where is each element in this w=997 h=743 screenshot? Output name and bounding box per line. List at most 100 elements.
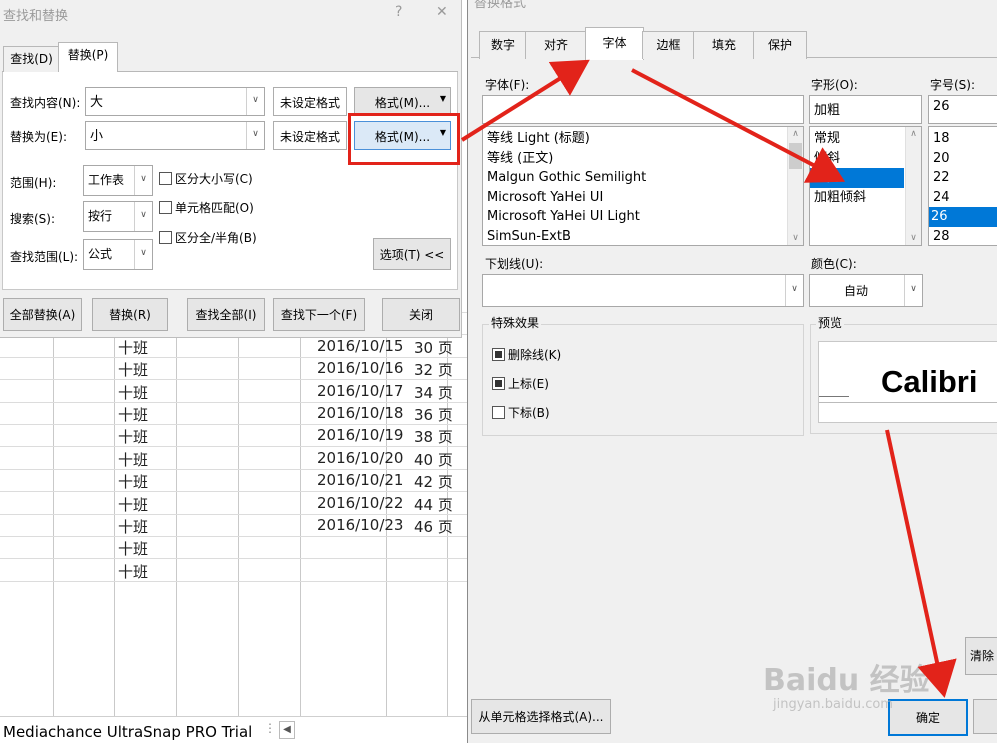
font-size-list[interactable]: 28 26 24 22 20 18: [928, 126, 997, 246]
cancel-button[interactable]: [973, 699, 997, 734]
find-what-input[interactable]: 大 ∨: [85, 87, 265, 116]
class-cell[interactable]: 十班: [118, 561, 148, 582]
table-row[interactable]: 十班: [0, 536, 467, 558]
chevron-down-icon[interactable]: ∨: [134, 240, 152, 269]
find-next-button[interactable]: 查找下一个(F): [273, 298, 365, 331]
class-cell[interactable]: 十班: [118, 404, 148, 425]
date-cell[interactable]: 2016/10/16: [317, 359, 403, 377]
pages-cell[interactable]: 34 页: [414, 382, 453, 403]
underline-select[interactable]: ∨: [482, 274, 804, 307]
close-button[interactable]: 关闭: [382, 298, 460, 331]
date-cell[interactable]: 2016/10/18: [317, 404, 403, 422]
date-cell[interactable]: 2016/10/23: [317, 516, 403, 534]
chevron-down-icon[interactable]: ∨: [906, 233, 921, 243]
chevron-down-icon[interactable]: ∨: [788, 233, 803, 243]
pages-cell[interactable]: 44 页: [414, 494, 453, 515]
pages-cell[interactable]: 42 页: [414, 471, 453, 492]
chevron-up-icon[interactable]: ∧: [788, 129, 803, 139]
match-cell-checkbox[interactable]: 单元格匹配(O): [159, 199, 254, 216]
pages-cell[interactable]: 46 页: [414, 516, 453, 537]
dropdown-icon[interactable]: ▼: [440, 94, 446, 103]
class-cell[interactable]: 十班: [118, 426, 148, 447]
list-item[interactable]: 等线 Light (标题): [487, 129, 590, 149]
chevron-down-icon[interactable]: ∨: [134, 202, 152, 231]
date-cell[interactable]: 2016/10/20: [317, 449, 403, 467]
chevron-down-icon[interactable]: ∨: [904, 275, 922, 306]
font-style-list[interactable]: 加粗倾斜 加粗 倾斜 常规 ∧ ∨: [809, 126, 922, 246]
table-row[interactable]: 十班 2016/10/22 44 页: [0, 492, 467, 514]
list-item[interactable]: 18: [933, 129, 950, 149]
strikethrough-checkbox[interactable]: 删除线(K): [492, 346, 561, 363]
color-select[interactable]: 自动 ∨: [809, 274, 923, 307]
list-item[interactable]: 常规: [814, 129, 840, 149]
list-item[interactable]: 加粗倾斜: [814, 188, 866, 208]
pages-cell[interactable]: 30 页: [414, 337, 453, 358]
date-cell[interactable]: 2016/10/19: [317, 426, 403, 444]
close-icon[interactable]: ✕: [436, 4, 448, 20]
subscript-checkbox[interactable]: 下标(B): [492, 404, 550, 421]
replace-button[interactable]: 替换(R): [92, 298, 168, 331]
table-row[interactable]: 十班 2016/10/21 42 页: [0, 469, 467, 491]
list-item[interactable]: 22: [933, 168, 950, 188]
ok-button[interactable]: 确定: [888, 699, 968, 736]
tab-alignment[interactable]: 对齐: [525, 31, 587, 59]
list-item[interactable]: 倾斜: [814, 149, 840, 169]
pages-cell[interactable]: 38 页: [414, 426, 453, 447]
pages-cell[interactable]: 40 页: [414, 449, 453, 470]
look-in-select[interactable]: 公式 ∨: [83, 239, 153, 270]
class-cell[interactable]: 十班: [118, 538, 148, 559]
find-all-button[interactable]: 查找全部(I): [187, 298, 265, 331]
list-item[interactable]: 26: [929, 207, 997, 227]
pages-cell[interactable]: 32 页: [414, 359, 453, 380]
table-row[interactable]: 十班 2016/10/17 34 页: [0, 380, 467, 402]
list-item[interactable]: 24: [933, 188, 950, 208]
search-order-select[interactable]: 按行 ∨: [83, 201, 153, 232]
class-cell[interactable]: 十班: [118, 494, 148, 515]
pages-cell[interactable]: 36 页: [414, 404, 453, 425]
class-cell[interactable]: 十班: [118, 337, 148, 358]
date-cell[interactable]: 2016/10/21: [317, 471, 403, 489]
list-item[interactable]: Microsoft YaHei UI: [487, 188, 603, 208]
font-size-input[interactable]: 26: [928, 95, 997, 124]
class-cell[interactable]: 十班: [118, 471, 148, 492]
table-row[interactable]: 十班 2016/10/23 46 页: [0, 514, 467, 536]
date-cell[interactable]: 2016/10/17: [317, 382, 403, 400]
chevron-down-icon[interactable]: ∨: [785, 275, 803, 306]
find-format-button[interactable]: 格式(M)... ▼: [354, 87, 451, 116]
style-list-scrollbar[interactable]: ∧ ∨: [905, 127, 921, 245]
scroll-thumb[interactable]: [789, 143, 802, 169]
scope-select[interactable]: 工作表 ∨: [83, 165, 153, 196]
tab-find[interactable]: 查找(D): [3, 46, 60, 73]
table-row[interactable]: 十班 2016/10/18 36 页: [0, 402, 467, 424]
chevron-down-icon[interactable]: ∨: [246, 122, 264, 149]
table-row[interactable]: 十班 2016/10/19 38 页: [0, 424, 467, 446]
list-item[interactable]: SimSun-ExtB: [487, 227, 571, 246]
date-cell[interactable]: 2016/10/15: [317, 337, 403, 355]
table-row[interactable]: 十班 2016/10/16 32 页: [0, 357, 467, 379]
list-item[interactable]: 28: [933, 227, 950, 246]
match-case-checkbox[interactable]: 区分大小写(C): [159, 170, 253, 187]
class-cell[interactable]: 十班: [118, 382, 148, 403]
list-item[interactable]: Microsoft YaHei UI Light: [487, 207, 640, 227]
list-item[interactable]: 加粗: [810, 168, 904, 188]
replace-all-button[interactable]: 全部替换(A): [3, 298, 82, 331]
match-width-checkbox[interactable]: 区分全/半角(B): [159, 229, 257, 246]
class-cell[interactable]: 十班: [118, 449, 148, 470]
tab-protection[interactable]: 保护: [753, 31, 807, 59]
date-cell[interactable]: 2016/10/22: [317, 494, 403, 512]
choose-format-from-cell-button[interactable]: 从单元格选择格式(A)...: [471, 699, 611, 734]
table-row[interactable]: 十班: [0, 559, 467, 581]
table-row[interactable]: 十班 2016/10/15 30 页: [0, 335, 467, 357]
clear-button[interactable]: 清除: [965, 637, 997, 675]
replace-with-input[interactable]: 小 ∨: [85, 121, 265, 150]
list-item[interactable]: 20: [933, 149, 950, 169]
tab-replace[interactable]: 替换(P): [58, 42, 118, 73]
options-button[interactable]: 选项(T) <<: [373, 238, 451, 270]
class-cell[interactable]: 十班: [118, 359, 148, 380]
tab-font[interactable]: 字体: [585, 27, 644, 60]
list-item[interactable]: Malgun Gothic Semilight: [487, 168, 646, 188]
font-list[interactable]: SimSun-ExtB Microsoft YaHei UI Light Micro…: [482, 126, 804, 246]
spreadsheet-grid[interactable]: 十班2016/10/1326 页十班2016/10/1428 页十班2016/1…: [0, 296, 467, 716]
tab-border[interactable]: 边框: [642, 31, 695, 59]
list-item[interactable]: 等线 (正文): [487, 149, 553, 169]
